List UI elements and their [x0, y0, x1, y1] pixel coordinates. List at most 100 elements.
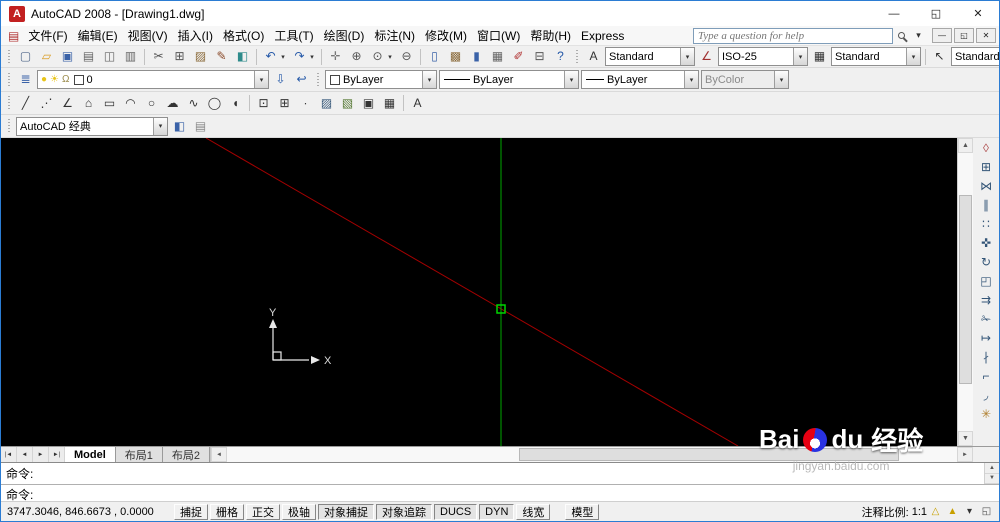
layer-previous-button[interactable]: ↩: [291, 70, 312, 89]
toolbar-button[interactable]: A: [583, 47, 604, 66]
command-history[interactable]: 命令:: [1, 463, 999, 484]
toolbar-button[interactable]: ◞: [976, 386, 997, 405]
scroll-down-icon[interactable]: ▼: [958, 431, 973, 446]
toolbar-button[interactable]: ▮: [466, 47, 487, 66]
toolbar-button[interactable]: ✂: [148, 47, 169, 66]
toolbar-grip[interactable]: [7, 49, 11, 64]
toolbar-button[interactable]: ▦: [809, 47, 830, 66]
toolbar-button[interactable]: ◠: [120, 94, 141, 113]
toolbar-button[interactable]: ✎: [211, 47, 232, 66]
toolbar-grip[interactable]: [7, 72, 11, 87]
workspace-combo[interactable]: AutoCAD 经典 ▾: [16, 116, 168, 136]
toolbar-button[interactable]: ✜: [976, 234, 997, 253]
toolbar-button[interactable]: ⊞: [976, 158, 997, 177]
linetype-control-combo[interactable]: ByLayer ▾: [439, 70, 579, 89]
toolbar-button[interactable]: ↦: [976, 329, 997, 348]
vertical-scrollbar-thumb[interactable]: [959, 194, 972, 384]
toolbar-button[interactable]: ∙: [295, 94, 316, 113]
dropdown-arrow-icon[interactable]: ▾: [279, 53, 287, 61]
toolbar-button[interactable]: ∿: [183, 94, 204, 113]
toolbar-button[interactable]: ○: [141, 94, 162, 113]
make-object-layer-current-button[interactable]: ⇩: [270, 70, 291, 89]
toolbar-button[interactable]: ✁: [976, 310, 997, 329]
toolbar-button[interactable]: ▦: [379, 94, 400, 113]
menu-item[interactable]: 工具(T): [269, 26, 318, 45]
toolbar-button[interactable]: ⊟: [529, 47, 550, 66]
layer-color-swatch[interactable]: [73, 74, 84, 85]
toolbar-button[interactable]: ⊡: [253, 94, 274, 113]
combo-dropdown-arrow[interactable]: ▾: [422, 71, 436, 88]
multileader-style-combo[interactable]: Standard ▾: [951, 47, 999, 66]
scroll-up-icon[interactable]: ▲: [958, 138, 973, 153]
tab-nav-last-icon[interactable]: ►|: [49, 447, 65, 462]
combo-dropdown-arrow[interactable]: ▾: [684, 71, 698, 88]
status-toggle-button[interactable]: 对象捕捉: [318, 503, 374, 520]
status-toggle-button[interactable]: DUCS: [434, 503, 478, 520]
close-button[interactable]: ✕: [957, 1, 999, 26]
toolbar-button[interactable]: ╱: [15, 94, 36, 113]
scroll-right-icon[interactable]: ►: [957, 447, 973, 462]
toolbar-button[interactable]: ✐: [508, 47, 529, 66]
toolbar-button[interactable]: ▣: [358, 94, 379, 113]
clean-screen-icon[interactable]: ◱: [978, 506, 995, 517]
dropdown-arrow-icon[interactable]: ▾: [386, 53, 394, 61]
toolbar-button[interactable]: ∷: [976, 215, 997, 234]
toolbar-button[interactable]: ◯: [204, 94, 225, 113]
menu-item[interactable]: 格式(O): [218, 26, 269, 45]
toolbar-button[interactable]: ▭: [99, 94, 120, 113]
mdi-minimize-button[interactable]: —: [932, 28, 952, 43]
toolbar-button[interactable]: ∠: [57, 94, 78, 113]
toolbar-button[interactable]: ⊞: [169, 47, 190, 66]
dim-style-combo[interactable]: ISO-25 ▾: [718, 47, 808, 66]
toolbar-button[interactable]: ↷ ▾: [289, 47, 318, 66]
status-menu-arrow-icon[interactable]: ▾: [961, 506, 978, 517]
vertical-scrollbar[interactable]: ▲ ▼: [957, 138, 973, 446]
horizontal-scrollbar-track[interactable]: [227, 447, 957, 462]
toolbar-button[interactable]: ⊞: [274, 94, 295, 113]
toolbar-button[interactable]: ?: [550, 47, 571, 66]
menu-item[interactable]: 视图(V): [123, 26, 173, 45]
menu-item[interactable]: 编辑(E): [73, 26, 123, 45]
status-toggle-button[interactable]: 栅格: [210, 503, 244, 520]
layer-combo[interactable]: ● ☀ Ω 0 ▾: [37, 70, 269, 89]
toolbar-button[interactable]: ⊙ ▾: [367, 47, 396, 66]
lineweight-control-combo[interactable]: ByLayer ▾: [581, 70, 699, 89]
toolbar-button[interactable]: ⇉: [976, 291, 997, 310]
toolbar-button[interactable]: ∠: [696, 47, 717, 66]
toolbar-button[interactable]: ⌂: [78, 94, 99, 113]
line-entity[interactable]: [205, 138, 739, 446]
layer-freeze-sun-icon[interactable]: ☀: [50, 74, 59, 85]
toolbar-button[interactable]: ◫: [99, 47, 120, 66]
command-window[interactable]: 命令: 命令: ▲ ▼: [1, 462, 999, 502]
toolbar-button[interactable]: ◰: [976, 272, 997, 291]
tab-nav-first-icon[interactable]: |◄: [1, 447, 17, 462]
command-scrollbar[interactable]: ▲ ▼: [984, 463, 999, 484]
menu-item[interactable]: 窗口(W): [472, 26, 525, 45]
combo-dropdown-arrow[interactable]: ▾: [906, 48, 920, 65]
toolbar-button[interactable]: ⋰: [36, 94, 57, 113]
status-toggle-button[interactable]: DYN: [479, 503, 515, 520]
menu-item[interactable]: Express: [576, 26, 629, 45]
save-workspace-button[interactable]: ▤: [190, 117, 211, 136]
dropdown-arrow-icon[interactable]: ▾: [308, 53, 316, 61]
command-prompt-line[interactable]: 命令:: [1, 484, 999, 502]
text-style-combo[interactable]: Standard ▾: [605, 47, 695, 66]
status-toggle-button[interactable]: 模型: [565, 503, 600, 520]
mdi-close-button[interactable]: ✕: [976, 28, 996, 43]
status-toggle-button[interactable]: 极轴: [282, 503, 316, 520]
menu-item[interactable]: 绘图(D): [319, 26, 370, 45]
annotation-autoscale-icon[interactable]: ▲: [944, 506, 961, 517]
combo-dropdown-arrow[interactable]: ▾: [153, 117, 167, 135]
toolbar-button[interactable]: ▯: [424, 47, 445, 66]
help-search-input[interactable]: Type a question for help: [693, 27, 893, 44]
toolbar-button[interactable]: ▨: [190, 47, 211, 66]
combo-dropdown-arrow[interactable]: ▾: [680, 48, 694, 65]
mdi-restore-button[interactable]: ◱: [954, 28, 974, 43]
toolbar-button[interactable]: ↻: [976, 253, 997, 272]
combo-dropdown-arrow[interactable]: ▾: [254, 71, 268, 88]
toolbar-button[interactable]: ∥: [976, 196, 997, 215]
toolbar-button[interactable]: ✳: [976, 405, 997, 424]
annotation-visibility-icon[interactable]: △: [927, 506, 944, 517]
horizontal-scrollbar-thumb[interactable]: [519, 448, 899, 461]
toolbar-button[interactable]: ✛: [325, 47, 346, 66]
